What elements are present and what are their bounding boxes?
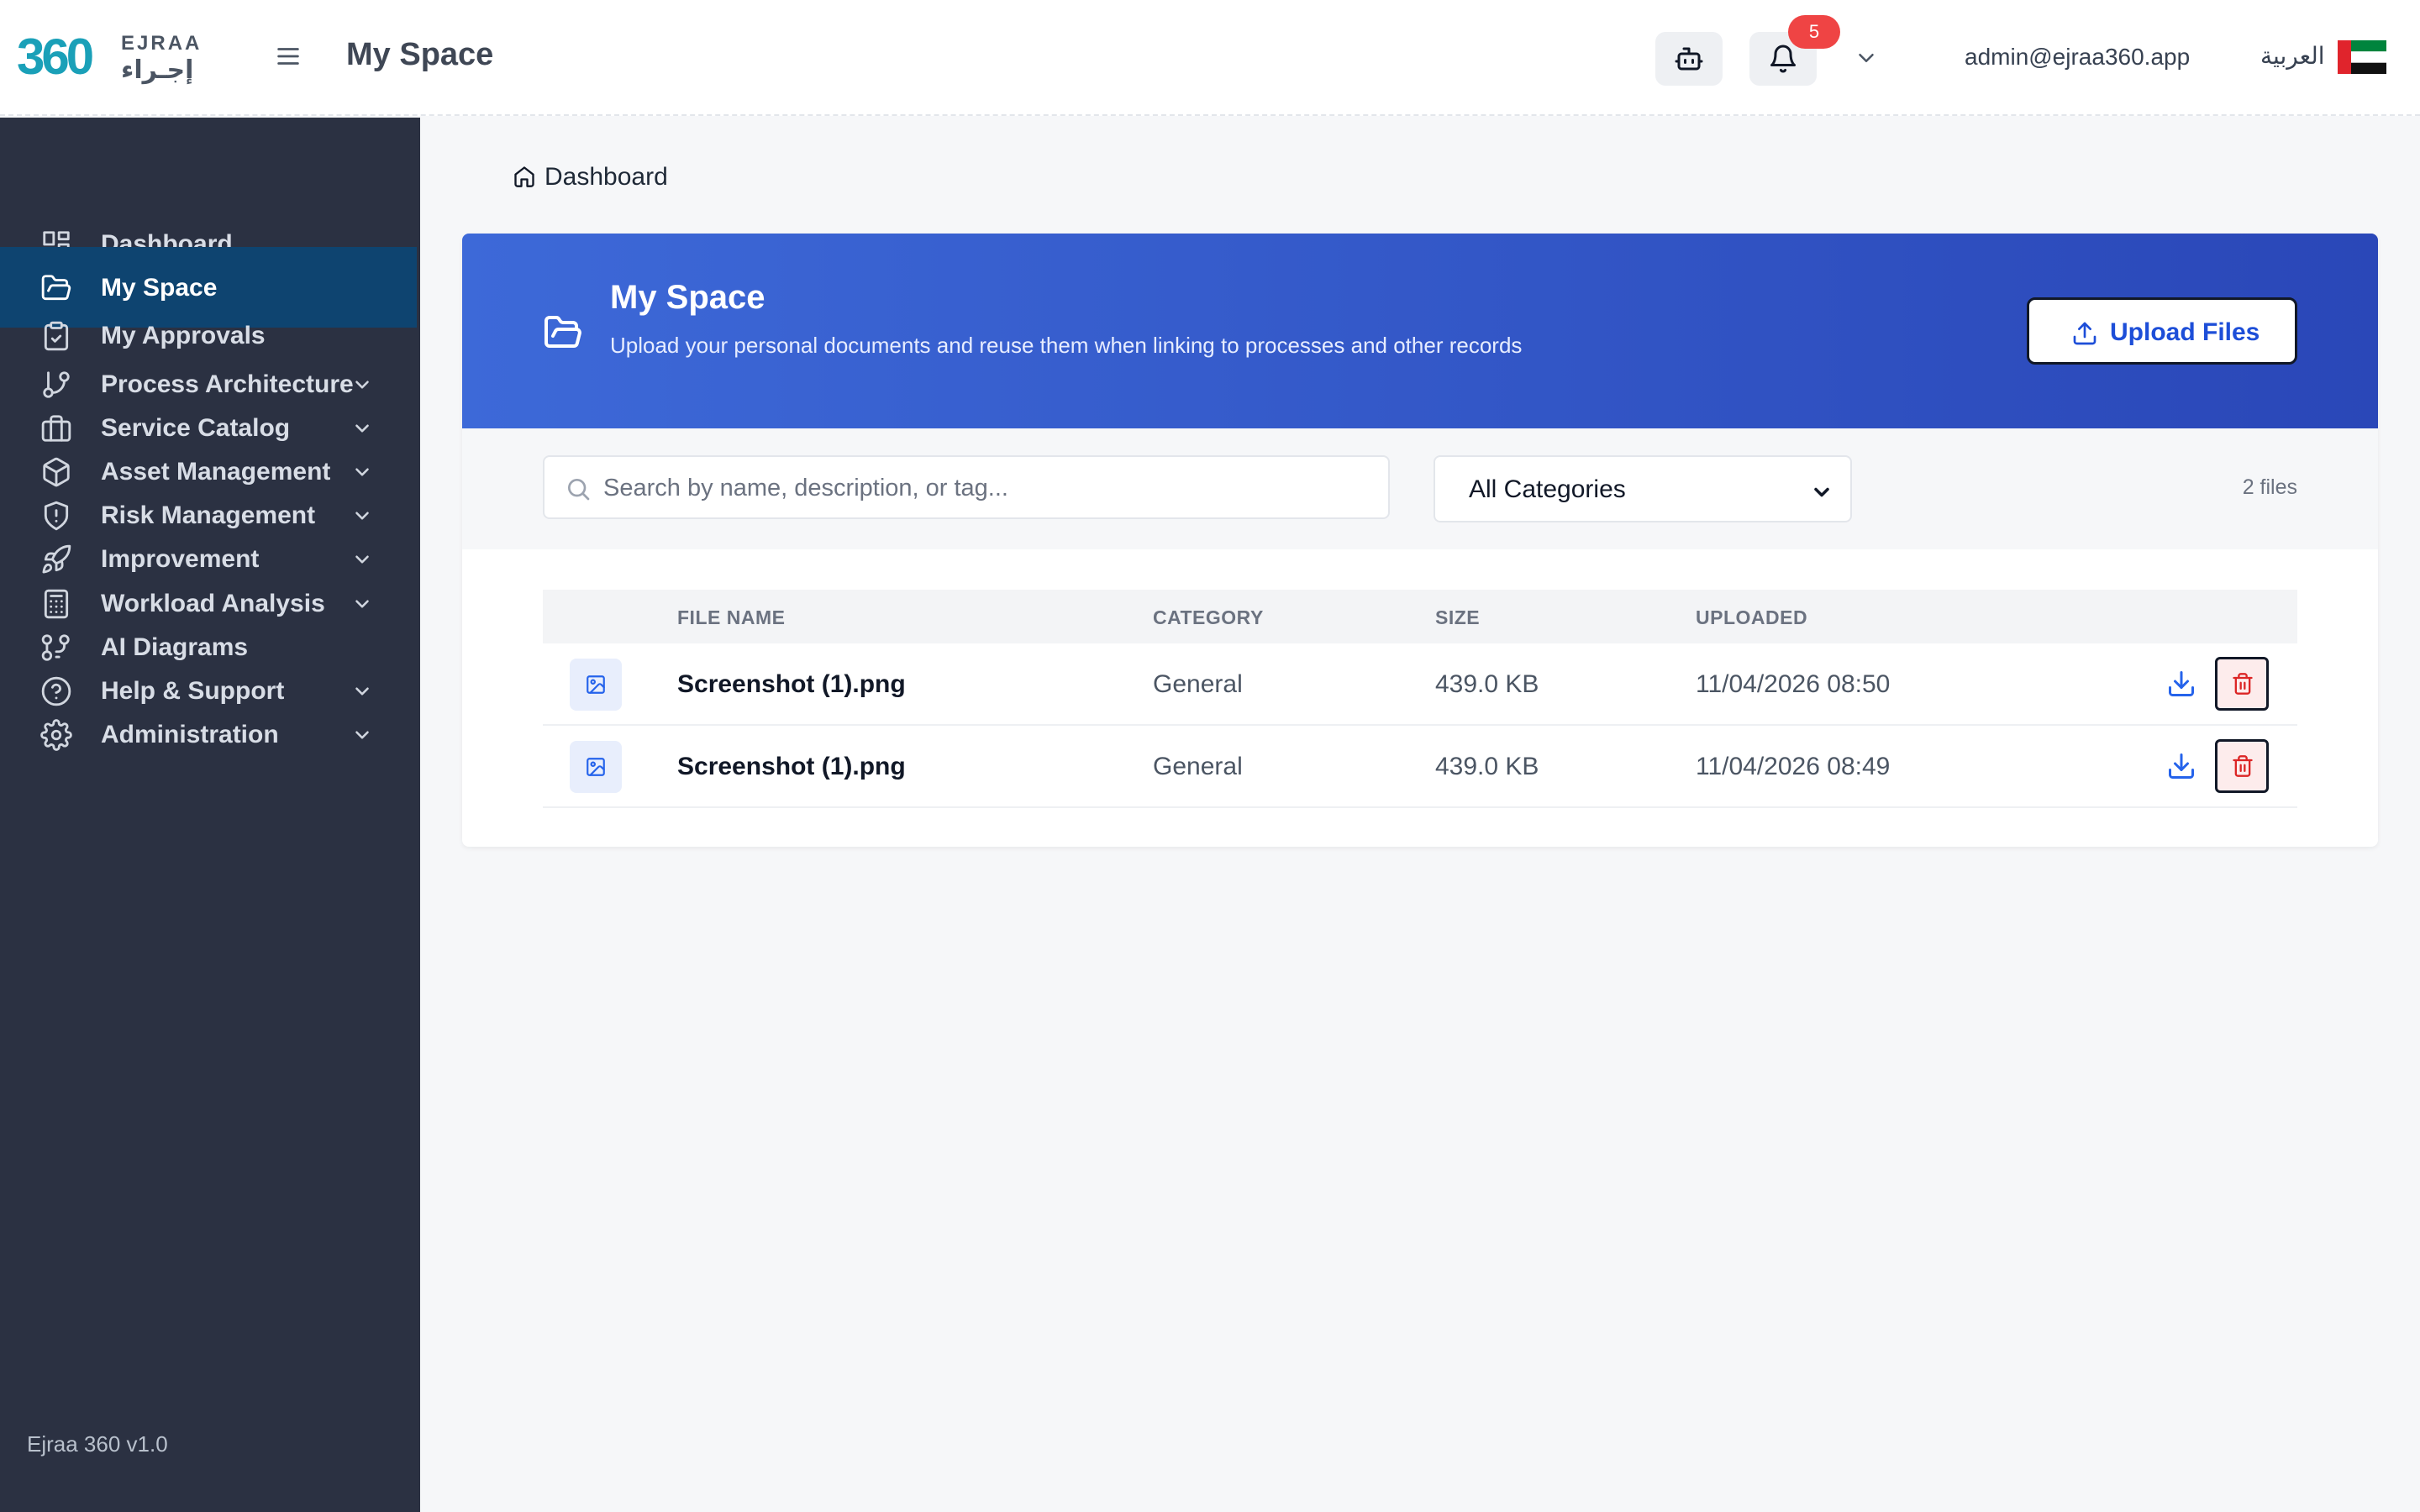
search-box[interactable]: [543, 455, 1390, 519]
download-button[interactable]: [2166, 669, 2196, 699]
chevron-down-icon: [1814, 487, 1829, 497]
sidebar: Dashboard My Space My Approvals Process Arc…: [0, 118, 420, 1512]
delete-button[interactable]: [2215, 657, 2269, 711]
banner-title: My Space: [610, 279, 765, 316]
cell-uploaded: 11/04/2026 08:49: [1696, 753, 1891, 780]
column-header-uploaded[interactable]: UPLOADED: [1696, 606, 1807, 629]
language-switch[interactable]: العربية: [2260, 42, 2325, 70]
table-row[interactable]: Screenshot (1).png General 439.0 KB 11/04/2…: [543, 726, 2297, 808]
page-title: My Space: [346, 37, 494, 72]
menu-icon[interactable]: [274, 42, 302, 71]
upload-files-button[interactable]: Upload Files: [2027, 297, 2297, 365]
chevron-down-icon[interactable]: [1854, 45, 1879, 71]
robot-icon: [1675, 47, 1703, 71]
my-space-card: My Space Upload your personal documents …: [462, 234, 2378, 847]
banner-subtitle: Upload your personal documents and reuse…: [610, 333, 1523, 358]
cell-category: General: [1153, 753, 1243, 780]
bell-icon: [1770, 45, 1796, 73]
app-logo[interactable]: 360 EJRAA إجـراء: [17, 29, 202, 87]
user-email[interactable]: admin@ejraa360.app: [1965, 44, 2190, 71]
sidebar-item-label: Administration: [101, 721, 279, 748]
column-header-file-name[interactable]: FILE NAME: [677, 606, 785, 629]
column-header-size[interactable]: SIZE: [1435, 606, 1480, 629]
uae-flag-icon[interactable]: [2338, 40, 2386, 74]
folder-open-icon: [544, 316, 581, 348]
cell-uploaded: 11/04/2026 08:50: [1696, 670, 1891, 698]
delete-button[interactable]: [2215, 739, 2269, 793]
file-count: 2 files: [2242, 475, 2297, 499]
logo-text-ar: إجـراء: [121, 56, 194, 84]
cell-name[interactable]: Screenshot (1).png: [677, 753, 906, 781]
download-icon: [2169, 753, 2194, 779]
column-header-category[interactable]: CATEGORY: [1153, 606, 1264, 629]
page-banner: My Space Upload your personal documents …: [462, 234, 2378, 428]
upload-icon: [2073, 322, 2096, 345]
download-icon: [2169, 671, 2194, 696]
search-icon: [568, 479, 590, 501]
image-file-icon: [570, 659, 622, 711]
search-input[interactable]: [603, 469, 1360, 507]
category-select[interactable]: All Categories: [1434, 455, 1852, 522]
gear-icon: [40, 719, 72, 751]
logo-number: 360: [17, 29, 94, 85]
trash-icon: [2233, 755, 2253, 777]
cell-name[interactable]: Screenshot (1).png: [677, 670, 906, 699]
ai-assistant-button[interactable]: [1655, 32, 1723, 86]
notification-badge: 5: [1788, 15, 1840, 49]
cell-size: 439.0 KB: [1435, 753, 1539, 780]
logo-text-en: EJRAA: [121, 32, 203, 55]
top-header: 360 EJRAA إجـراء My Space 5 admin@ejraa3…: [0, 0, 2420, 116]
image-file-icon: [570, 741, 622, 793]
cell-size: 439.0 KB: [1435, 670, 1539, 698]
sidebar-item-administration[interactable]: Administration: [0, 694, 417, 774]
filter-bar: All Categories 2 files: [462, 428, 2378, 549]
category-selected-value: All Categories: [1469, 475, 1626, 503]
cell-category: General: [1153, 670, 1243, 698]
chevron-down-icon[interactable]: [351, 724, 373, 746]
app-version: Ejraa 360 v1.0: [27, 1431, 168, 1457]
table-header: FILE NAME CATEGORY SIZE UPLOADED: [543, 590, 2297, 643]
trash-icon: [2233, 673, 2253, 695]
home-icon: [514, 166, 534, 187]
download-button[interactable]: [2166, 751, 2196, 781]
upload-files-label: Upload Files: [2110, 318, 2260, 346]
table-row[interactable]: Screenshot (1).png General 439.0 KB 11/04/2…: [543, 643, 2297, 726]
breadcrumb-dashboard[interactable]: Dashboard: [544, 163, 668, 192]
